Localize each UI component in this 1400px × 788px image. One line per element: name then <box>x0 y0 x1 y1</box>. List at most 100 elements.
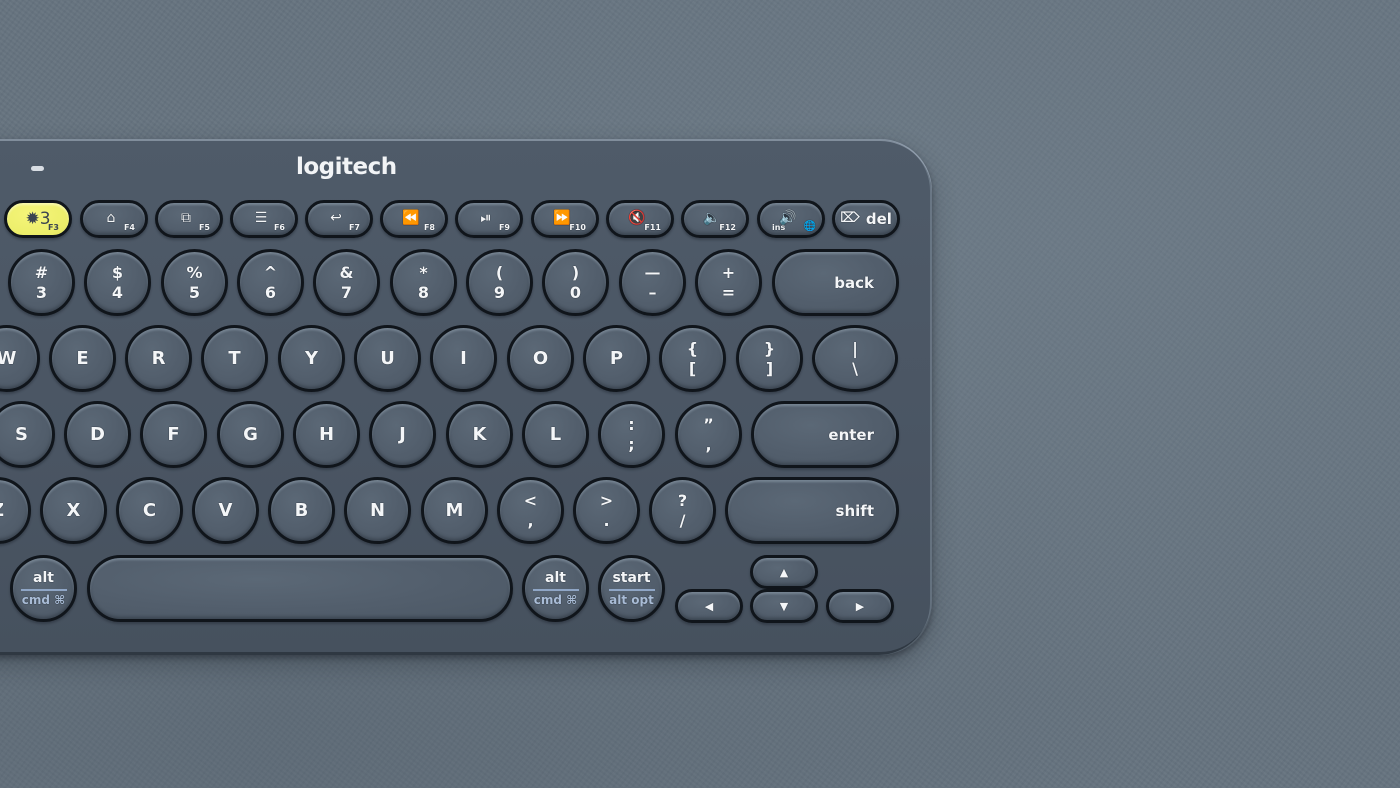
key-bracket[interactable]: }] <box>736 325 803 392</box>
key-r[interactable]: R <box>125 325 192 392</box>
key-legend: O <box>532 348 549 369</box>
key-shift-legend: — <box>644 262 661 282</box>
key-spacebar[interactable] <box>87 555 513 622</box>
key-n[interactable]: N <box>344 477 411 544</box>
key-z[interactable]: Z <box>0 477 31 544</box>
key-p[interactable]: P <box>583 325 650 392</box>
key-4[interactable]: $4 <box>84 249 151 316</box>
key-legend: N <box>369 500 386 521</box>
keyboard: logitech ✹3 F3 ⌂ F4 ⧉ F5 ☰ F6 ↩ F7 ⏪ F8 ⏯ F9 ⏩ F10 🔇 F11 🔈… <box>0 139 932 655</box>
key-easy-switch-3[interactable]: ✹3 F3 <box>4 200 72 238</box>
key-d[interactable]: D <box>64 401 131 468</box>
key-mute[interactable]: 🔇 F11 <box>606 200 674 238</box>
key-delete[interactable]: ⌦ del <box>832 200 900 238</box>
key-k[interactable]: K <box>446 401 513 468</box>
play-pause-icon: ⏯ <box>480 210 492 226</box>
key-volume-up[interactable]: 🔊 ins 🌐 <box>757 200 825 238</box>
key-shift-legend: ( <box>495 262 504 282</box>
key-shift-legend: : <box>628 414 635 434</box>
key-l[interactable]: L <box>522 401 589 468</box>
key-shift-legend: { <box>686 338 699 358</box>
key-o[interactable]: O <box>507 325 574 392</box>
key-legend: M <box>445 500 464 521</box>
key-backslash[interactable]: | \ <box>812 325 898 392</box>
key-f[interactable]: F <box>140 401 207 468</box>
key-shift-legend: % <box>186 262 203 282</box>
key-enter[interactable]: enter <box>751 401 899 468</box>
rewind-icon: ⏪ <box>402 210 420 226</box>
key-w[interactable]: W <box>0 325 40 392</box>
key-legend: Y <box>304 348 319 369</box>
key-legend: – <box>648 282 657 302</box>
key-6[interactable]: ^ 6 <box>237 249 304 316</box>
key-shift-legend: ? <box>677 490 688 510</box>
key-bracket[interactable]: {[ <box>659 325 726 392</box>
arrow-left-icon: ◀ <box>704 599 714 613</box>
back-arrow-icon: ↩ <box>330 210 342 226</box>
fn-label: F4 <box>123 223 135 232</box>
key-i[interactable]: I <box>430 325 497 392</box>
key-shift[interactable]: shift <box>725 477 899 544</box>
key-arrow-up[interactable]: ▲ <box>750 555 818 589</box>
key-x[interactable]: X <box>40 477 107 544</box>
key-punct[interactable]: :; <box>598 401 665 468</box>
key-home[interactable]: ⌂ F4 <box>80 200 148 238</box>
key-rewind[interactable]: ⏪ F8 <box>380 200 448 238</box>
key-legend: ; <box>628 434 635 454</box>
key-legend: 3 <box>35 282 48 302</box>
key-arrow-left[interactable]: ◀ <box>675 589 743 623</box>
key-legend: 6 <box>264 282 277 302</box>
key-legend: 8 <box>417 282 430 302</box>
key-legend: F <box>167 424 180 445</box>
key-legend: Z <box>0 500 4 521</box>
key-m[interactable]: M <box>421 477 488 544</box>
key-y[interactable]: Y <box>278 325 345 392</box>
key-fast-forward[interactable]: ⏩ F10 <box>531 200 599 238</box>
arrow-up-icon: ▲ <box>779 565 789 579</box>
key-start[interactable]: start alt opt <box>598 555 665 622</box>
key-alt-left[interactable]: alt cmd ⌘ <box>10 555 77 622</box>
key-punct[interactable]: <, <box>497 477 564 544</box>
key-9[interactable]: (9 <box>466 249 533 316</box>
app-switch-icon: ⧉ <box>181 210 191 226</box>
key-legend: G <box>243 424 258 445</box>
key-c[interactable]: C <box>116 477 183 544</box>
ins-label: ins <box>772 223 786 232</box>
key-[interactable]: — – <box>619 249 686 316</box>
key-arrow-down[interactable]: ▼ <box>750 589 818 623</box>
key-punct[interactable]: >. <box>573 477 640 544</box>
key-menu[interactable]: ☰ F6 <box>230 200 298 238</box>
key-legend: S <box>15 424 28 445</box>
key-shift-legend: # <box>34 262 49 282</box>
key-t[interactable]: T <box>201 325 268 392</box>
fn-label: F10 <box>569 223 586 232</box>
key-arrow-right[interactable]: ▶ <box>826 589 894 623</box>
key-b[interactable]: B <box>268 477 335 544</box>
key-j[interactable]: J <box>369 401 436 468</box>
key-legend: 7 <box>340 282 353 302</box>
key-punct[interactable]: ? / <box>649 477 716 544</box>
key-v[interactable]: V <box>192 477 259 544</box>
key-play-pause[interactable]: ⏯ F9 <box>455 200 523 238</box>
key-3[interactable]: #3 <box>8 249 75 316</box>
key-8[interactable]: * 8 <box>390 249 457 316</box>
key-7[interactable]: & 7 <box>313 249 380 316</box>
key-h[interactable]: H <box>293 401 360 468</box>
key-s[interactable]: S <box>0 401 55 468</box>
key-back[interactable]: ↩ F7 <box>305 200 373 238</box>
key-legend: R <box>151 348 166 369</box>
key-label: del <box>865 210 892 228</box>
key-5[interactable]: % 5 <box>161 249 228 316</box>
key-legend: B <box>294 500 309 521</box>
key-g[interactable]: G <box>217 401 284 468</box>
key-alt-right[interactable]: alt cmd ⌘ <box>522 555 589 622</box>
key-legend: , <box>705 434 712 454</box>
key-[interactable]: + = <box>695 249 762 316</box>
key-punct[interactable]: ”, <box>675 401 742 468</box>
key-backspace[interactable]: back <box>772 249 899 316</box>
key-0[interactable]: ) 0 <box>542 249 609 316</box>
key-app-switch[interactable]: ⧉ F5 <box>155 200 223 238</box>
key-u[interactable]: U <box>354 325 421 392</box>
key-volume-down[interactable]: 🔈 F12 <box>681 200 749 238</box>
key-e[interactable]: E <box>49 325 116 392</box>
